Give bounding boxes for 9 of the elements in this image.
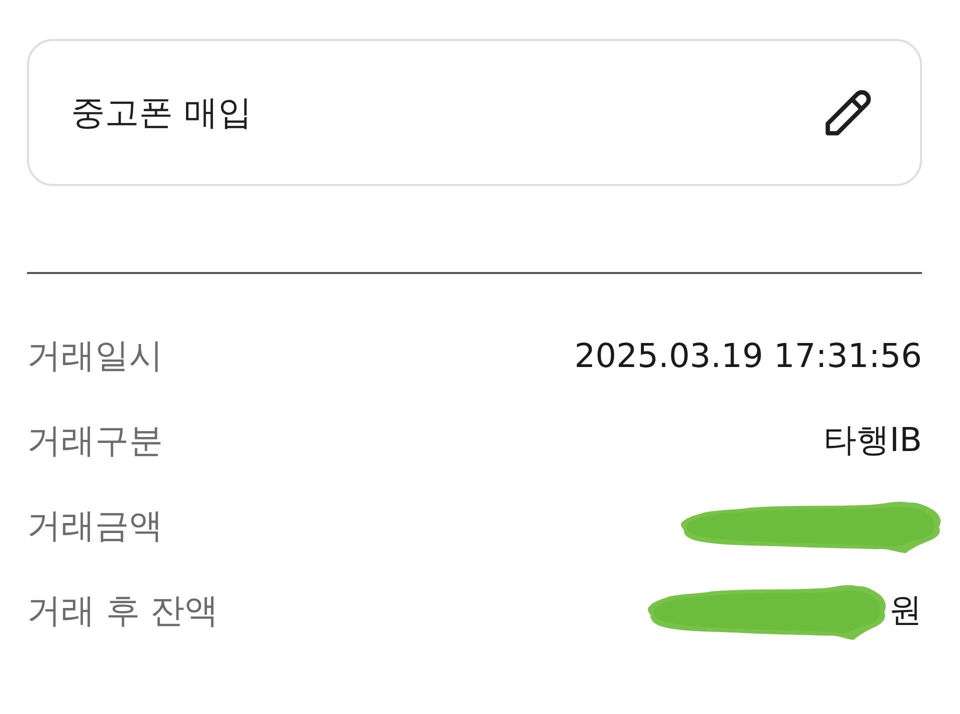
- detail-label: 거래일시: [27, 334, 163, 378]
- detail-label: 거래금액: [27, 504, 163, 548]
- detail-value: 2025.03.19 17:31:56: [574, 336, 922, 375]
- detail-label: 거래구분: [27, 420, 163, 462]
- detail-value: 타행IB: [824, 419, 922, 461]
- memo-text: 중고폰 매입: [71, 92, 252, 134]
- detail-value: 원: [889, 589, 922, 631]
- detail-label: 거래 후 잔액: [27, 590, 219, 632]
- pencil-icon[interactable]: [824, 88, 872, 136]
